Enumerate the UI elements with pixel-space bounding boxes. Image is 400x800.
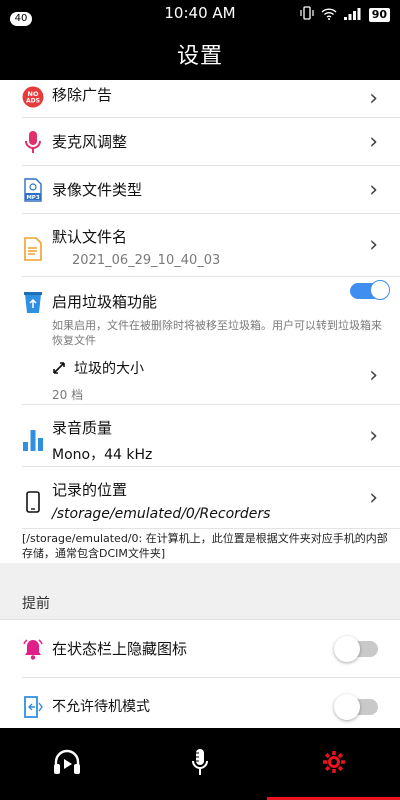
setting-no-standby[interactable]: 不允许待机模式: [22, 678, 400, 728]
no-ads-icon: NO ADS: [22, 86, 44, 108]
settings-list[interactable]: NO ADS 移除广告 › 麦克风调整 › MP3 录像文件类型 › 默认文件名 …: [0, 80, 400, 728]
trash-size-row[interactable]: 垃圾的大小 20 档: [52, 358, 360, 403]
setting-label: 麦克风调整: [52, 133, 128, 151]
setting-hide-status-icon[interactable]: 在状态栏上隐藏图标: [22, 620, 400, 678]
setting-default-filename[interactable]: 默认文件名 2021_06_29_10_40_03 ›: [22, 214, 400, 277]
hide-status-icon-toggle[interactable]: [334, 635, 378, 662]
page-title: 设置: [176, 44, 223, 69]
status-bar: 40 10:40 AM 90: [0, 0, 400, 28]
vibrate-icon: [300, 5, 314, 24]
location-note: [/storage/emulated/0: 在计算机上，此位置是根据文件夹对应手…: [22, 532, 388, 560]
wifi-icon: [321, 5, 337, 24]
trash-toggle[interactable]: [350, 280, 390, 300]
section-spacer: [0, 563, 400, 589]
battery-icon: 90: [368, 7, 390, 22]
microphone-icon: [191, 748, 209, 780]
setting-label: 记录的位置: [52, 481, 128, 499]
app-header: 设置: [0, 28, 400, 80]
chevron-right-icon: ›: [369, 232, 378, 258]
svg-text:ADS: ADS: [26, 98, 40, 105]
setting-label: 录像文件类型: [52, 181, 143, 199]
tab-record[interactable]: [133, 728, 266, 800]
status-icons: 90: [300, 5, 390, 24]
chevron-right-icon: ›: [369, 177, 378, 202]
microphone-icon: [22, 130, 44, 153]
setting-label: 在状态栏上隐藏图标: [52, 640, 188, 658]
setting-label: 默认文件名: [52, 228, 128, 246]
resize-icon: [52, 360, 66, 379]
bottom-nav: [0, 728, 400, 800]
setting-remove-ads[interactable]: NO ADS 移除广告 ›: [22, 80, 400, 118]
setting-record-file-type[interactable]: MP3 录像文件类型 ›: [22, 166, 400, 214]
signal-icon: [343, 5, 362, 24]
setting-label: 启用垃圾箱功能: [52, 293, 158, 311]
setting-label: 移除广告: [52, 86, 113, 104]
gear-icon: [322, 750, 346, 778]
document-icon: [22, 237, 44, 261]
bell-icon: [22, 638, 44, 660]
setting-value: Mono，44 kHz: [52, 447, 153, 463]
phone-icon: [22, 491, 44, 513]
chevron-right-icon: ›: [369, 423, 378, 448]
chevron-right-icon: ›: [369, 363, 378, 388]
play-headphones-icon: [53, 748, 81, 780]
setting-value: /storage/emulated/0/Recorders: [52, 506, 271, 522]
chevron-right-icon: ›: [369, 485, 378, 510]
setting-label: 录音质量: [52, 419, 113, 437]
setting-value: 2021_06_29_10_40_03: [72, 253, 221, 268]
setting-trash[interactable]: 启用垃圾箱功能 如果启用，文件在被删除时将被移至垃圾箱。用户可以转到垃圾箱来恢复…: [22, 277, 400, 405]
setting-label: 不允许待机模式: [52, 699, 150, 715]
svg-text:MP3: MP3: [26, 195, 40, 201]
tab-settings[interactable]: [267, 728, 400, 800]
trash-icon: [22, 291, 44, 313]
setting-audio-quality[interactable]: 录音质量 Mono，44 kHz ›: [22, 405, 400, 467]
tab-player[interactable]: [0, 728, 133, 800]
trash-size-label: 垃圾的大小: [74, 361, 144, 377]
bar-chart-icon: [22, 429, 44, 451]
setting-description: 如果启用，文件在被删除时将被移至垃圾箱。用户可以转到垃圾箱来恢复文件: [52, 319, 382, 347]
setting-record-location[interactable]: 记录的位置 /storage/emulated/0/Recorders ›: [22, 467, 400, 529]
chevron-right-icon: ›: [369, 86, 378, 111]
trash-size-value: 20 档: [52, 388, 84, 402]
section-title-advanced: 提前: [0, 589, 400, 620]
mp3-file-icon: MP3: [22, 177, 44, 202]
chevron-right-icon: ›: [369, 129, 378, 154]
screen-on-icon: [22, 695, 44, 718]
setting-mic-adjust[interactable]: 麦克风调整 ›: [22, 118, 400, 166]
no-standby-toggle[interactable]: [334, 693, 378, 720]
